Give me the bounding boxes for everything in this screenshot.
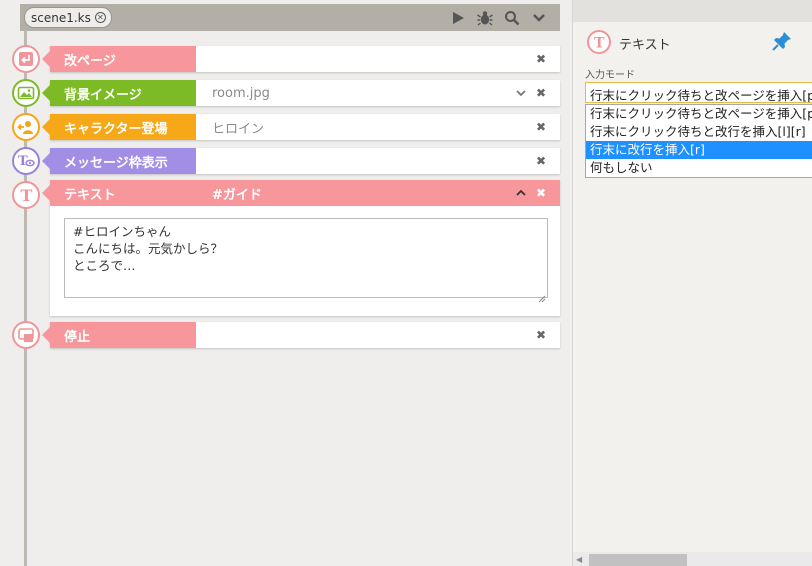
block-character-enter[interactable]: キャラクター登場 ヒロイン ✖ — [42, 114, 560, 140]
inspector-header-bar — [573, 0, 812, 22]
tab-label: scene1.ks — [31, 10, 91, 25]
block-label: メッセージ枠表示 — [42, 148, 196, 174]
pin-icon[interactable] — [771, 30, 793, 52]
block-label: テキスト — [42, 180, 196, 206]
background-image-icon — [12, 79, 40, 107]
delete-icon[interactable]: ✖ — [534, 120, 548, 134]
block-label: 改ページ — [42, 46, 196, 72]
delete-icon[interactable]: ✖ — [534, 86, 548, 100]
block-stop[interactable]: 停止 ✖ — [42, 322, 560, 348]
tab-scene1[interactable]: scene1.ks ✕ — [24, 7, 112, 28]
input-mode-select[interactable]: 行末にクリック待ちと改ページを挿入[p] — [585, 82, 812, 103]
text-icon: T — [12, 181, 40, 209]
chevron-up-icon[interactable] — [514, 186, 528, 200]
delete-icon[interactable]: ✖ — [534, 186, 548, 200]
option-item-highlighted[interactable]: 行末に改行を挿入[r] — [586, 141, 812, 159]
character-enter-icon — [12, 113, 40, 141]
option-item[interactable]: 何もしない — [586, 159, 812, 177]
input-mode-options: 行末にクリック待ちと改ページを挿入[p] 行末にクリック待ちと改行を挿入[l][… — [585, 104, 812, 178]
text-editor[interactable]: #ヒロインちゃん こんにちは。元気かしら？ ところで… — [64, 218, 548, 298]
stop-icon — [12, 321, 40, 349]
tab-bar: scene1.ks ✕ — [20, 4, 560, 31]
block-label: 停止 — [42, 322, 196, 348]
horizontal-scrollbar[interactable]: ◀ — [573, 552, 812, 566]
block-message-window[interactable]: メッセージ枠表示 ✖ — [42, 148, 560, 174]
text-icon: T — [587, 30, 611, 54]
play-icon[interactable] — [449, 9, 467, 27]
option-item[interactable]: 行末にクリック待ちと改ページを挿入[p] — [586, 105, 812, 123]
block-label: キャラクター登場 — [42, 114, 196, 140]
block-value: ヒロイン — [212, 121, 265, 137]
block-page-break[interactable]: 改ページ ✖ — [42, 46, 560, 72]
page-break-icon — [12, 45, 40, 73]
close-icon[interactable]: ✕ — [94, 12, 106, 23]
toolbar — [449, 8, 548, 27]
chevron-down-icon[interactable] — [514, 86, 528, 100]
scrollbar-thumb[interactable] — [589, 554, 687, 566]
block-value: room.jpg — [212, 85, 270, 101]
block-text-header[interactable]: テキスト #ガイド ✖ — [42, 180, 560, 206]
svg-text:T: T — [21, 186, 33, 204]
scroll-left-icon[interactable]: ◀ — [576, 555, 582, 564]
block-text[interactable]: テキスト #ガイド ✖ #ヒロインちゃん こんにちは。元気かしら？ ところで… — [42, 180, 560, 316]
block-label: 背景イメージ — [42, 80, 196, 106]
delete-icon[interactable]: ✖ — [534, 328, 548, 342]
search-icon[interactable] — [503, 9, 521, 27]
input-mode-label: 入力モード — [585, 70, 635, 81]
svg-text:T: T — [594, 36, 605, 51]
option-item[interactable]: 行末にクリック待ちと改行を挿入[l][r] — [586, 123, 812, 141]
editor-pane: scene1.ks ✕ 改ページ ✖ 背景イメージ room.jpg ✖ キャラ… — [0, 0, 572, 566]
inspector-title: テキスト — [619, 38, 671, 53]
delete-icon[interactable]: ✖ — [534, 52, 548, 66]
inspector-pane: T テキスト 入力モード 行末にクリック待ちと改ページを挿入[p] 行末にクリッ… — [572, 0, 812, 566]
block-value: #ガイド — [212, 187, 262, 203]
chevron-down-icon[interactable] — [530, 9, 548, 27]
delete-icon[interactable]: ✖ — [534, 154, 548, 168]
timeline-line — [24, 30, 27, 566]
block-background-image[interactable]: 背景イメージ room.jpg ✖ — [42, 80, 560, 106]
bug-icon[interactable] — [476, 9, 494, 27]
resize-handle-icon[interactable] — [538, 292, 546, 303]
message-window-icon: T — [12, 147, 40, 175]
